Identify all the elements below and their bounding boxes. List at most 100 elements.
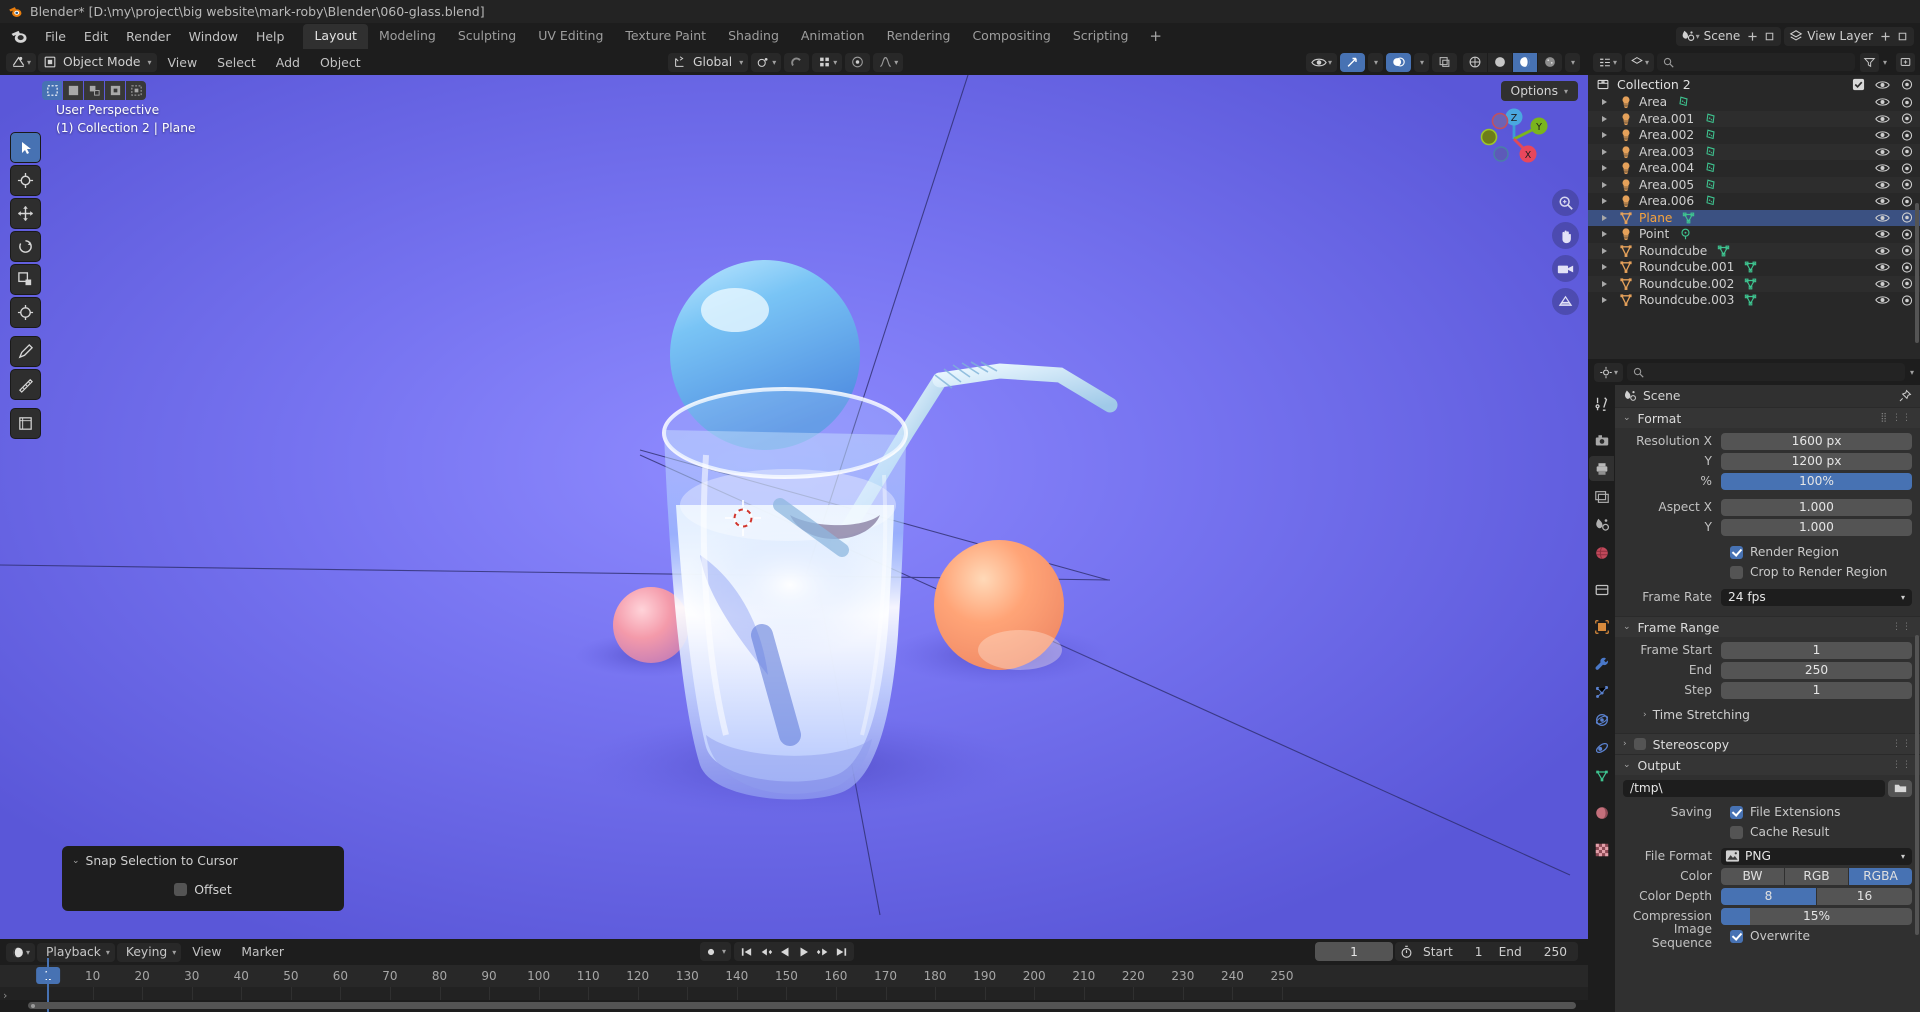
tab-sculpting[interactable]: Sculpting xyxy=(447,24,527,49)
outliner-search-input[interactable] xyxy=(1657,53,1855,71)
outliner-collection-row[interactable]: Collection 2 xyxy=(1588,75,1920,94)
stereoscopy-panel-header[interactable]: › Stereoscopy ⋮⋮ xyxy=(1615,733,1920,754)
menu-edit[interactable]: Edit xyxy=(75,26,117,47)
format-panel-body[interactable]: Resolution X 1600 px Y 1200 px % 100% As… xyxy=(1615,428,1920,616)
auto-keying-toggle[interactable]: ▾ xyxy=(700,942,732,961)
end-frame-field[interactable]: End 250 xyxy=(1493,945,1573,959)
color-mode-rgba[interactable]: RGBA xyxy=(1849,867,1912,885)
menu-window[interactable]: Window xyxy=(180,26,247,47)
checkbox-checked-icon[interactable] xyxy=(1852,78,1865,91)
color-mode-rgb[interactable]: RGB xyxy=(1785,867,1848,885)
outliner-row-area-006[interactable]: Area.006 xyxy=(1588,193,1920,210)
color-depth-16[interactable]: 16 xyxy=(1817,887,1912,905)
shading-solid[interactable] xyxy=(1487,52,1512,72)
outliner-tree[interactable]: Collection 2 Area Area.001 Area.002 Area… xyxy=(1588,75,1920,343)
frame-end-field[interactable]: 250 xyxy=(1721,661,1912,679)
eye-icon[interactable] xyxy=(1875,261,1890,273)
tab-texture[interactable] xyxy=(1589,837,1614,862)
eye-icon[interactable] xyxy=(1875,278,1890,290)
camera-render-icon[interactable] xyxy=(1900,228,1914,241)
color-mode-bw[interactable]: BW xyxy=(1721,867,1784,885)
outliner-row-area-003[interactable]: Area.003 xyxy=(1588,143,1920,160)
resolution-y-field[interactable]: 1200 px xyxy=(1721,452,1912,470)
resolution-percent-field[interactable]: 100% xyxy=(1721,472,1912,490)
expand-triangle-icon[interactable] xyxy=(1602,214,1607,221)
eye-icon[interactable] xyxy=(1875,179,1890,191)
resolution-x-field[interactable]: 1600 px xyxy=(1721,432,1912,450)
frame-start-field[interactable]: 1 xyxy=(1721,641,1912,659)
new-view-layer-icon[interactable] xyxy=(1879,30,1892,43)
expand-triangle-icon[interactable] xyxy=(1602,115,1607,122)
viewport-menu-view[interactable]: View xyxy=(159,52,207,73)
eye-icon[interactable] xyxy=(1875,113,1890,125)
camera-render-icon[interactable] xyxy=(1900,261,1914,274)
menu-help[interactable]: Help xyxy=(247,26,294,47)
tab-modifier[interactable] xyxy=(1589,651,1614,676)
start-frame-field[interactable]: Start 1 xyxy=(1417,945,1489,959)
toggle-orthographic-button[interactable] xyxy=(1552,288,1579,315)
overlay-options[interactable]: ▾ xyxy=(1413,52,1429,72)
tab-object-data[interactable] xyxy=(1589,763,1614,788)
timeline-menu-view[interactable]: View xyxy=(183,942,230,962)
zoom-view-button[interactable] xyxy=(1552,189,1579,216)
tab-physics[interactable] xyxy=(1589,707,1614,732)
snap-toggle[interactable] xyxy=(784,52,810,72)
shading-options[interactable]: ▾ xyxy=(1564,52,1580,72)
gizmo-options[interactable]: ▾ xyxy=(1367,52,1383,72)
aspect-y-field[interactable]: 1.000 xyxy=(1721,518,1912,536)
properties-editor-type[interactable]: ▾ xyxy=(1594,362,1624,382)
tab-object[interactable] xyxy=(1589,614,1614,639)
expand-triangle-icon[interactable] xyxy=(1602,132,1607,139)
viewport-options-button[interactable]: Options ▾ xyxy=(1500,81,1578,101)
add-workspace-button[interactable]: + xyxy=(1139,27,1172,46)
camera-render-icon[interactable] xyxy=(1900,211,1914,224)
tab-layout[interactable]: Layout xyxy=(303,23,368,49)
tab-modeling[interactable]: Modeling xyxy=(368,24,447,49)
previous-keyframe-button[interactable] xyxy=(756,942,775,961)
camera-render-icon[interactable] xyxy=(1900,277,1914,290)
expand-triangle-icon[interactable] xyxy=(1602,297,1607,304)
outliner-row-point[interactable]: Point xyxy=(1588,226,1920,243)
select-invert-button[interactable] xyxy=(105,81,125,100)
tab-animation[interactable]: Animation xyxy=(790,24,876,49)
tool-measure[interactable] xyxy=(10,369,41,400)
camera-render-icon[interactable] xyxy=(1900,244,1914,257)
keying-menu[interactable]: Keying ▾ xyxy=(116,942,182,962)
color-mode-segmented[interactable]: BW RGB RGBA xyxy=(1721,867,1912,885)
camera-render-icon[interactable] xyxy=(1900,145,1914,158)
eye-icon[interactable] xyxy=(1875,96,1890,108)
eye-icon[interactable] xyxy=(1875,129,1890,141)
pan-view-button[interactable] xyxy=(1552,222,1579,249)
properties-content[interactable]: Scene ⌄ Format ⣿ ⋮⋮ Resolution X 1600 px… xyxy=(1615,385,1920,1012)
xray-toggle[interactable] xyxy=(1431,52,1457,72)
outliner-row-area-002[interactable]: Area.002 xyxy=(1588,127,1920,144)
output-panel-body[interactable]: /tmp\ Saving File Extensions Cache Resul… xyxy=(1615,775,1920,955)
outliner-row-area-005[interactable]: Area.005 xyxy=(1588,176,1920,193)
properties-search-input[interactable] xyxy=(1627,363,1905,381)
stereoscopy-checkbox[interactable] xyxy=(1633,738,1646,750)
tab-compositing[interactable]: Compositing xyxy=(961,24,1061,49)
camera-render-icon[interactable] xyxy=(1900,162,1914,175)
viewport-menu-object[interactable]: Object xyxy=(311,52,370,73)
viewport-canvas[interactable] xyxy=(0,75,1588,939)
format-panel-header[interactable]: ⌄ Format ⣿ ⋮⋮ xyxy=(1615,407,1920,428)
camera-view-button[interactable] xyxy=(1552,255,1579,282)
output-path-field[interactable]: /tmp\ xyxy=(1623,779,1885,797)
eye-icon[interactable] xyxy=(1875,294,1890,306)
time-stretching-subpanel[interactable]: › Time Stretching xyxy=(1623,705,1912,725)
tab-tool[interactable] xyxy=(1589,391,1614,416)
render-region-checkbox[interactable] xyxy=(1730,545,1743,559)
tab-shading[interactable]: Shading xyxy=(717,24,790,49)
expand-triangle-icon[interactable] xyxy=(1602,165,1607,172)
camera-render-icon[interactable] xyxy=(1900,195,1914,208)
operator-redo-panel[interactable]: ⌄ Snap Selection to Cursor Offset xyxy=(62,846,344,911)
expand-triangle-icon[interactable] xyxy=(1602,198,1607,205)
tab-collection[interactable] xyxy=(1589,577,1614,602)
timeline-scrollbar[interactable] xyxy=(28,1002,1576,1009)
eye-icon[interactable] xyxy=(1875,162,1890,174)
timeline-menu-marker[interactable]: Marker xyxy=(232,942,293,962)
outliner-scrollbar[interactable] xyxy=(1915,203,1919,343)
timeline-editor-type[interactable]: ▾ xyxy=(6,942,36,962)
eye-icon[interactable] xyxy=(1875,245,1890,257)
blender-menu-icon[interactable] xyxy=(8,26,30,46)
